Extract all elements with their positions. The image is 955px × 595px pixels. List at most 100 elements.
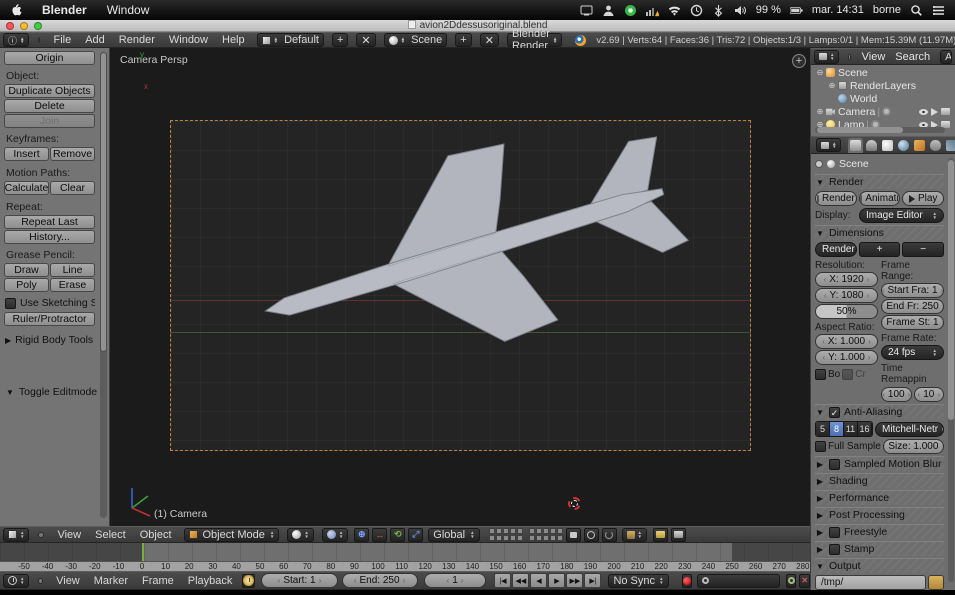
scrollbar-thumb[interactable] <box>948 160 954 420</box>
preset-add-button[interactable]: + <box>859 242 901 257</box>
rigid-body-tools-panel[interactable]: Rigid Body Tools <box>15 334 93 346</box>
expand-icon[interactable]: ⊕ <box>827 81 837 90</box>
join-button[interactable]: Join <box>4 114 95 128</box>
start-frame-field[interactable]: ‹Start: 1› <box>261 573 337 588</box>
panel-dimensions[interactable]: ▼Dimensions <box>815 225 944 240</box>
jump-to-end-button[interactable]: ▶| <box>584 573 601 588</box>
aa-samples-8[interactable]: 8 <box>830 422 844 436</box>
properties-scrollbar[interactable] <box>948 158 954 582</box>
panel-stamp[interactable]: ▶✓Stamp <box>815 541 944 556</box>
anti-aliasing-checkbox[interactable]: ✓ <box>829 407 840 418</box>
animation-button[interactable]: Animati <box>859 191 901 206</box>
panel-checkbox[interactable]: ✓ <box>829 459 840 470</box>
panel-render[interactable]: ▼Render <box>815 174 944 189</box>
ruler-protractor-button[interactable]: Ruler/Protractor <box>4 312 95 326</box>
battery-icon[interactable] <box>790 4 803 17</box>
scene-delete-button[interactable]: ✕ <box>480 33 499 47</box>
render-opengl-button[interactable] <box>653 528 668 542</box>
app-badge-icon[interactable] <box>624 4 637 17</box>
delete-keyframe-button[interactable]: ✕ <box>799 574 810 588</box>
insert-keyframe-button[interactable] <box>786 574 797 588</box>
tool-shelf-scrollbar[interactable] <box>100 52 107 518</box>
fps-dropdown[interactable]: 24 fps▲▼ <box>881 345 944 360</box>
menu-help[interactable]: Help <box>215 34 252 46</box>
screen-layout-dropdown[interactable]: ▲▼Default <box>257 33 324 47</box>
outliner-item-world[interactable]: World <box>813 92 953 105</box>
aa-samples-16[interactable]: 16 <box>858 422 872 436</box>
menu-select[interactable]: Select <box>88 529 133 541</box>
panel-post-processing[interactable]: ▶Post Processing <box>815 507 944 522</box>
aa-filter-dropdown[interactable]: Mitchell-Netr▲▼ <box>875 422 944 437</box>
current-frame-playhead[interactable] <box>142 543 144 561</box>
menu-window[interactable]: Window <box>97 0 160 20</box>
layer-cell[interactable] <box>536 535 542 541</box>
pin-icon[interactable] <box>815 160 823 168</box>
window-titlebar[interactable]: avion2Ddessusoriginal.blend <box>0 20 955 32</box>
timeline-ruler[interactable]: -50-40-30-20-100102030405060708090100110… <box>0 543 810 571</box>
menu-playback[interactable]: Playback <box>181 575 240 587</box>
region-expand-icon[interactable]: + <box>792 54 806 68</box>
layer-cell[interactable] <box>550 528 556 534</box>
visibility-toggle-icon[interactable] <box>919 109 928 115</box>
layer-cell[interactable] <box>543 535 549 541</box>
keying-set-field[interactable] <box>697 574 780 588</box>
prev-keyframe-button[interactable]: ◀◀ <box>512 573 529 588</box>
menu-marker[interactable]: Marker <box>87 575 135 587</box>
menubar-clock[interactable]: mar. 14:31 <box>812 4 864 16</box>
end-frame-field[interactable]: ‹End Fr: 250› <box>881 299 944 314</box>
menu-blender[interactable]: Blender <box>32 0 97 20</box>
layer-cell[interactable] <box>503 535 509 541</box>
layer-cell[interactable] <box>489 528 495 534</box>
apple-menu[interactable] <box>0 0 32 20</box>
duplicate-objects-button[interactable]: Duplicate Objects <box>4 84 95 98</box>
viewport-shading-dropdown[interactable]: ▲▼ <box>287 528 313 542</box>
resolution-y-field[interactable]: ‹Y: 1080› <box>815 288 878 303</box>
object-tab[interactable] <box>912 138 927 153</box>
manipulator-toggle-button[interactable]: ⊕ <box>354 528 369 542</box>
output-path-field[interactable]: /tmp/ <box>815 575 926 590</box>
menu-add[interactable]: Add <box>78 34 112 46</box>
screen-share-icon[interactable] <box>580 4 593 17</box>
menu-view[interactable]: View <box>857 51 891 63</box>
panel-shading[interactable]: ▶Shading <box>815 473 944 488</box>
border-checkbox[interactable]: ✓ <box>815 369 826 380</box>
editor-type-timeline-dropdown[interactable]: ▲▼ <box>3 574 29 588</box>
gp-erase-button[interactable]: Erase <box>50 278 95 292</box>
play-button[interactable]: Play <box>902 191 944 206</box>
menu-file[interactable]: File <box>46 34 78 46</box>
panel-performance[interactable]: ▶Performance <box>815 490 944 505</box>
browse-folder-button[interactable] <box>928 575 944 590</box>
play-reverse-button[interactable]: ◀ <box>530 573 547 588</box>
notification-center-icon[interactable] <box>932 4 945 17</box>
layer-cell[interactable] <box>503 528 509 534</box>
modifiers-tab[interactable] <box>944 138 955 153</box>
aspect-x-field[interactable]: ‹X: 1.000› <box>815 334 878 349</box>
panel-sampled-motion-blur[interactable]: ▶✓Sampled Motion Blur <box>815 456 944 471</box>
layer-cell[interactable] <box>496 535 502 541</box>
menu-view[interactable]: View <box>49 575 87 587</box>
scene-dropdown[interactable]: ▲▼Scene <box>384 33 448 47</box>
render-presets-dropdown[interactable]: Render Presets▲▼ <box>815 242 857 257</box>
renderability-toggle-icon[interactable] <box>941 108 950 115</box>
constraints-tab[interactable] <box>928 138 943 153</box>
aspect-y-field[interactable]: ‹Y: 1.000› <box>815 350 878 365</box>
layer-cell[interactable] <box>529 528 535 534</box>
layout-add-button[interactable]: + <box>332 33 348 47</box>
remove-keyframe-button[interactable]: Remove <box>50 147 95 161</box>
menubar-user[interactable]: borne <box>873 4 901 16</box>
play-button[interactable]: ▶ <box>548 573 565 588</box>
crop-checkbox[interactable]: ✓ <box>842 369 853 380</box>
time-machine-icon[interactable] <box>690 4 703 17</box>
editor-type-info-dropdown[interactable]: ⓘ▲▼ <box>3 33 29 47</box>
panel-anti-aliasing[interactable]: ▼✓Anti-Aliasing <box>815 404 944 419</box>
orientation-dropdown[interactable]: Global▲▼ <box>428 528 479 542</box>
menu-frame[interactable]: Frame <box>135 575 181 587</box>
translate-manipulator-button[interactable]: ↔ <box>372 528 387 542</box>
frame-step-field[interactable]: ‹Frame St: 1› <box>881 315 944 330</box>
auto-keyframe-record-button[interactable] <box>682 574 693 588</box>
window-toggle-icon[interactable] <box>38 532 44 538</box>
window-toggle-icon[interactable] <box>38 37 40 43</box>
user-status-icon[interactable] <box>602 4 615 17</box>
selectability-toggle-icon[interactable] <box>931 108 938 116</box>
layer-cell[interactable] <box>517 528 523 534</box>
